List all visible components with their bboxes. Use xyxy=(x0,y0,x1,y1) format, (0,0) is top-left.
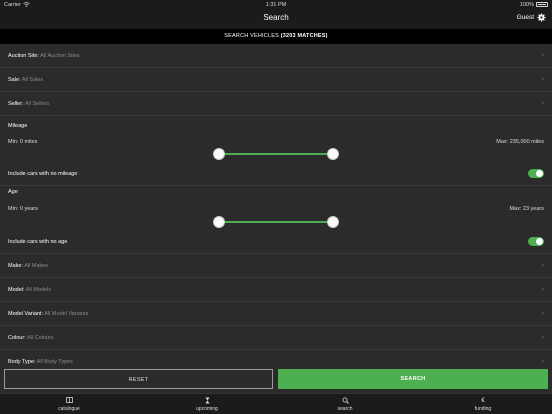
gear-icon xyxy=(537,12,546,22)
mileage-include-label: Include cars with no mileage xyxy=(8,171,78,177)
toggle-knob xyxy=(535,237,544,246)
match-count-banner: SEARCH VEHICLES (3203 MATCHES) xyxy=(0,29,552,44)
filter-label: Model Variant: xyxy=(8,311,44,317)
age-max-label: Max: 23 years xyxy=(509,206,544,212)
status-time: 1:31 PM xyxy=(265,1,287,8)
tab-label: funding xyxy=(474,406,492,412)
filter-make[interactable]: Make: All Makes › xyxy=(0,254,552,278)
age-heading: Age xyxy=(8,189,18,195)
catalogue-icon xyxy=(0,397,138,406)
filter-label: Auction Site: xyxy=(8,53,39,59)
age-include-row: Include cars with no age xyxy=(0,230,552,254)
chevron-right-icon: › xyxy=(541,262,544,269)
age-include-label: Include cars with no age xyxy=(8,239,68,245)
age-include-toggle[interactable] xyxy=(528,237,544,246)
page-title: Search xyxy=(263,13,289,22)
mileage-range-slider[interactable] xyxy=(213,148,339,160)
chevron-right-icon: › xyxy=(541,310,544,317)
filter-list: Auction Site: All Auction Sites › Sale: … xyxy=(0,44,552,366)
mileage-include-row: Include cars with no mileage xyxy=(0,162,552,186)
filter-seller[interactable]: Seller: All Sellers › xyxy=(0,92,552,116)
mileage-max-handle[interactable] xyxy=(327,148,339,160)
filter-value: All Models xyxy=(25,287,52,293)
filter-value: All Makes xyxy=(24,263,49,269)
filter-label: Make: xyxy=(8,263,23,269)
tab-catalogue[interactable]: catalogue xyxy=(0,394,138,414)
filter-auction-site[interactable]: Auction Site: All Auction Sites › xyxy=(0,44,552,68)
search-icon xyxy=(276,397,414,406)
tab-search[interactable]: search xyxy=(276,394,414,414)
mileage-include-toggle[interactable] xyxy=(528,169,544,178)
chevron-right-icon: › xyxy=(541,358,544,365)
search-button[interactable]: SEARCH xyxy=(278,369,548,389)
chevron-right-icon: › xyxy=(541,76,544,83)
filter-label: Sale: xyxy=(8,77,21,83)
nav-bar: Search Guest xyxy=(0,9,552,29)
age-range-slider[interactable] xyxy=(213,216,339,228)
chevron-right-icon: › xyxy=(541,52,544,59)
battery-percent: 100% xyxy=(519,1,534,8)
status-right: 100% xyxy=(520,2,548,8)
tab-label: search xyxy=(337,406,353,412)
upcoming-icon xyxy=(138,397,276,406)
filter-label: Model: xyxy=(8,287,25,293)
mileage-heading: Mileage xyxy=(8,123,28,129)
age-min-handle[interactable] xyxy=(213,216,225,228)
filter-sale[interactable]: Sale: All Sales › xyxy=(0,68,552,92)
status-bar: Carrier 1:31 PM 100% xyxy=(0,0,552,9)
chevron-right-icon: › xyxy=(541,334,544,341)
tab-funding[interactable]: € funding xyxy=(414,394,552,414)
mileage-min-handle[interactable] xyxy=(213,148,225,160)
filter-value: All Sales xyxy=(21,77,44,83)
toggle-knob xyxy=(535,169,544,178)
filter-label: Colour: xyxy=(8,335,26,341)
age-max-handle[interactable] xyxy=(327,216,339,228)
tab-bar: catalogue upcoming search € funding xyxy=(0,393,552,414)
filter-value: All Model Variants xyxy=(44,311,89,317)
battery-icon xyxy=(536,2,548,7)
guest-settings-button[interactable]: Guest xyxy=(516,12,546,22)
match-count: (3203 MATCHES) xyxy=(280,33,328,39)
age-min-label: Min: 0 years xyxy=(8,206,38,212)
slider-track xyxy=(219,221,333,223)
funding-icon: € xyxy=(481,398,485,404)
mileage-max-label: Max: 235,000 miles xyxy=(496,139,544,145)
guest-label: Guest xyxy=(516,13,534,21)
tab-upcoming[interactable]: upcoming xyxy=(138,394,276,414)
filter-model[interactable]: Model: All Models › xyxy=(0,278,552,302)
filter-value: All Sellers xyxy=(24,101,50,107)
filter-body-type[interactable]: Body Type: All Body Types › xyxy=(0,350,552,366)
chevron-right-icon: › xyxy=(541,286,544,293)
filter-colour[interactable]: Colour: All Colours › xyxy=(0,326,552,350)
tab-label: catalogue xyxy=(58,406,80,412)
filter-label: Seller: xyxy=(8,101,24,107)
tab-label: upcoming xyxy=(196,406,218,412)
reset-button[interactable]: RESET xyxy=(4,369,273,389)
filter-value: All Auction Sites xyxy=(40,53,80,59)
filter-value: All Body Types xyxy=(36,359,73,365)
filter-value: All Colours xyxy=(26,335,54,341)
chevron-right-icon: › xyxy=(541,100,544,107)
banner-prefix: SEARCH VEHICLES xyxy=(224,33,279,39)
filter-model-variant[interactable]: Model Variant: All Model Variants › xyxy=(0,302,552,326)
filter-label: Body Type: xyxy=(8,359,36,365)
slider-track xyxy=(219,153,333,155)
mileage-min-label: Min: 0 miles xyxy=(8,139,38,145)
